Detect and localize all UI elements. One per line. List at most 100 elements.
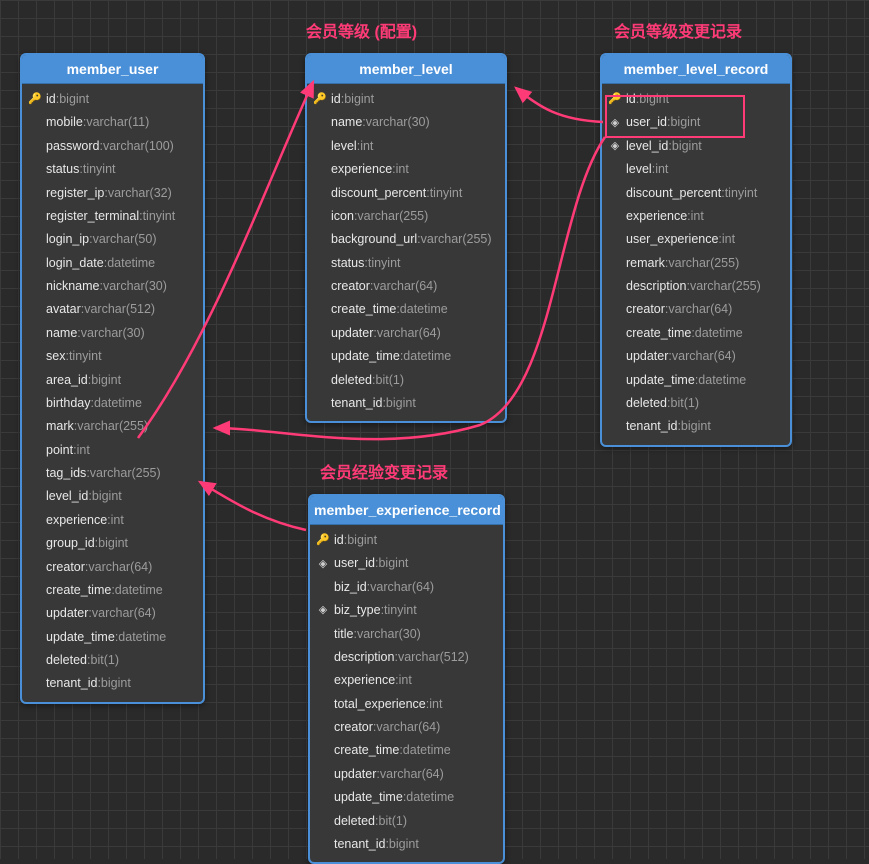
column-row[interactable]: login_date: datetime bbox=[22, 252, 203, 275]
column-row[interactable]: updater: varchar(64) bbox=[310, 763, 503, 786]
column-row[interactable]: name: varchar(30) bbox=[307, 111, 505, 134]
column-type: int bbox=[429, 695, 442, 714]
column-row[interactable]: discount_percent: tinyint bbox=[602, 182, 790, 205]
column-row[interactable]: creator: varchar(64) bbox=[602, 298, 790, 321]
column-row[interactable]: creator: varchar(64) bbox=[310, 716, 503, 739]
column-row[interactable]: updater: varchar(64) bbox=[307, 322, 505, 345]
column-row[interactable]: experience: int bbox=[22, 509, 203, 532]
column-type: varchar(100) bbox=[103, 137, 174, 156]
column-type: int bbox=[722, 230, 735, 249]
column-row[interactable]: discount_percent: tinyint bbox=[307, 182, 505, 205]
column-type: varchar(255) bbox=[77, 417, 148, 436]
column-row[interactable]: remark: varchar(255) bbox=[602, 252, 790, 275]
column-row[interactable]: status: tinyint bbox=[22, 158, 203, 181]
column-row[interactable]: create_time: datetime bbox=[307, 298, 505, 321]
column-row[interactable]: level: int bbox=[602, 158, 790, 181]
column-row[interactable]: tenant_id: bigint bbox=[307, 392, 505, 415]
column-row[interactable]: update_time: datetime bbox=[310, 786, 503, 809]
column-row[interactable]: mobile: varchar(11) bbox=[22, 111, 203, 134]
column-row[interactable]: 🔑id: bigint bbox=[22, 88, 203, 111]
column-row[interactable]: experience: int bbox=[310, 669, 503, 692]
column-row[interactable]: mark: varchar(255) bbox=[22, 415, 203, 438]
column-row[interactable]: creator: varchar(64) bbox=[22, 556, 203, 579]
column-row[interactable]: ◈user_id: bigint bbox=[602, 111, 790, 134]
column-row[interactable]: tenant_id: bigint bbox=[310, 833, 503, 856]
column-row[interactable]: biz_id: varchar(64) bbox=[310, 576, 503, 599]
column-row[interactable]: point: int bbox=[22, 439, 203, 462]
column-row[interactable]: birthday: datetime bbox=[22, 392, 203, 415]
entity-header[interactable]: member_user bbox=[22, 55, 203, 84]
column-row[interactable]: register_ip: varchar(32) bbox=[22, 182, 203, 205]
column-row[interactable]: experience: int bbox=[602, 205, 790, 228]
column-row[interactable]: tenant_id: bigint bbox=[602, 415, 790, 438]
column-name: level bbox=[331, 137, 357, 156]
column-type: bigint bbox=[59, 90, 89, 109]
column-row[interactable]: tenant_id: bigint bbox=[22, 672, 203, 695]
column-name: deleted bbox=[331, 371, 372, 390]
key-icon: 🔑 bbox=[608, 91, 622, 108]
column-name: id bbox=[331, 90, 341, 109]
column-row[interactable]: login_ip: varchar(50) bbox=[22, 228, 203, 251]
column-row[interactable]: create_time: datetime bbox=[22, 579, 203, 602]
column-name: tenant_id bbox=[626, 417, 677, 436]
column-row[interactable]: total_experience: int bbox=[310, 693, 503, 716]
column-type: varchar(255) bbox=[90, 464, 161, 483]
column-row[interactable]: status: tinyint bbox=[307, 252, 505, 275]
column-row[interactable]: user_experience: int bbox=[602, 228, 790, 251]
column-row[interactable]: updater: varchar(64) bbox=[22, 602, 203, 625]
column-type: int bbox=[396, 160, 409, 179]
column-row[interactable]: sex: tinyint bbox=[22, 345, 203, 368]
entity-header[interactable]: member_experience_record bbox=[310, 496, 503, 525]
column-row[interactable]: experience: int bbox=[307, 158, 505, 181]
diamond-icon: ◈ bbox=[608, 138, 622, 155]
entity-member-user[interactable]: member_user 🔑id: bigintmobile: varchar(1… bbox=[20, 53, 205, 704]
column-row[interactable]: level_id: bigint bbox=[22, 485, 203, 508]
column-row[interactable]: deleted: bit(1) bbox=[307, 369, 505, 392]
column-row[interactable]: deleted: bit(1) bbox=[22, 649, 203, 672]
column-row[interactable]: 🔑id: bigint bbox=[307, 88, 505, 111]
entity-member-level[interactable]: member_level 🔑id: bigintname: varchar(30… bbox=[305, 53, 507, 423]
column-type: bigint bbox=[389, 835, 419, 854]
column-row[interactable]: group_id: bigint bbox=[22, 532, 203, 555]
column-row[interactable]: update_time: datetime bbox=[22, 626, 203, 649]
column-row[interactable]: nickname: varchar(30) bbox=[22, 275, 203, 298]
column-row[interactable]: creator: varchar(64) bbox=[307, 275, 505, 298]
column-name: id bbox=[626, 90, 636, 109]
column-row[interactable]: deleted: bit(1) bbox=[310, 810, 503, 833]
column-row[interactable]: create_time: datetime bbox=[602, 322, 790, 345]
column-type: int bbox=[111, 511, 124, 530]
column-type: bit(1) bbox=[91, 651, 119, 670]
column-row[interactable]: title: varchar(30) bbox=[310, 623, 503, 646]
column-row[interactable]: avatar: varchar(512) bbox=[22, 298, 203, 321]
column-row[interactable]: ◈level_id: bigint bbox=[602, 135, 790, 158]
column-row[interactable]: description: varchar(512) bbox=[310, 646, 503, 669]
column-row[interactable]: area_id: bigint bbox=[22, 369, 203, 392]
column-type: int bbox=[360, 137, 373, 156]
entity-member-level-record[interactable]: member_level_record 🔑id: bigint◈user_id:… bbox=[600, 53, 792, 447]
column-row[interactable]: name: varchar(30) bbox=[22, 322, 203, 345]
column-row[interactable]: tag_ids: varchar(255) bbox=[22, 462, 203, 485]
column-row[interactable]: level: int bbox=[307, 135, 505, 158]
column-type: varchar(64) bbox=[376, 718, 440, 737]
column-row[interactable]: 🔑id: bigint bbox=[310, 529, 503, 552]
column-row[interactable]: ◈biz_type: tinyint bbox=[310, 599, 503, 622]
entity-header[interactable]: member_level_record bbox=[602, 55, 790, 84]
column-name: icon bbox=[331, 207, 354, 226]
column-row[interactable]: background_url: varchar(255) bbox=[307, 228, 505, 251]
entity-header[interactable]: member_level bbox=[307, 55, 505, 84]
column-row[interactable]: update_time: datetime bbox=[602, 369, 790, 392]
column-row[interactable]: password: varchar(100) bbox=[22, 135, 203, 158]
column-row[interactable]: update_time: datetime bbox=[307, 345, 505, 368]
column-row[interactable]: register_terminal: tinyint bbox=[22, 205, 203, 228]
column-name: user_id bbox=[334, 554, 375, 573]
entity-member-experience-record[interactable]: member_experience_record 🔑id: bigint◈use… bbox=[308, 494, 505, 864]
column-row[interactable]: deleted: bit(1) bbox=[602, 392, 790, 415]
column-name: user_experience bbox=[626, 230, 718, 249]
column-row[interactable]: icon: varchar(255) bbox=[307, 205, 505, 228]
column-row[interactable]: updater: varchar(64) bbox=[602, 345, 790, 368]
column-row[interactable]: description: varchar(255) bbox=[602, 275, 790, 298]
column-row[interactable]: create_time: datetime bbox=[310, 739, 503, 762]
column-row[interactable]: ◈user_id: bigint bbox=[310, 552, 503, 575]
column-row[interactable]: 🔑id: bigint bbox=[602, 88, 790, 111]
diamond-icon: ◈ bbox=[316, 602, 330, 619]
